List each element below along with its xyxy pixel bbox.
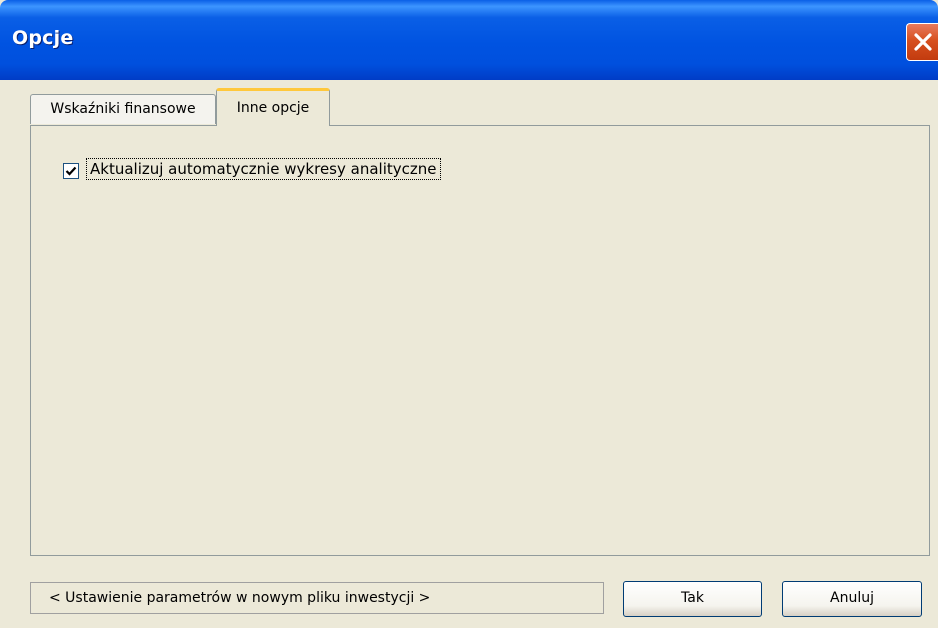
status-text-box: < Ustawienie parametrów w nowym pliku in… (30, 582, 604, 614)
tab-label: Inne opcje (236, 100, 310, 116)
tab-panel (30, 125, 930, 556)
tab-label: Wskaźniki finansowe (50, 101, 196, 117)
options-dialog: Opcje Wskaźniki finansowe Inne opcje Akt… (0, 0, 938, 628)
ok-button[interactable]: Tak (623, 581, 762, 617)
cancel-button[interactable]: Anuluj (782, 581, 922, 617)
title-bar[interactable]: Opcje (0, 0, 938, 80)
tab-other-options[interactable]: Inne opcje (216, 88, 330, 126)
window-title: Opcje (12, 27, 74, 49)
tab-financial-indicators[interactable]: Wskaźniki finansowe (30, 94, 216, 124)
auto-update-label[interactable]: Aktualizuj automatycznie wykresy anality… (86, 158, 441, 180)
close-button[interactable] (906, 23, 938, 61)
auto-update-checkbox[interactable] (63, 163, 79, 179)
